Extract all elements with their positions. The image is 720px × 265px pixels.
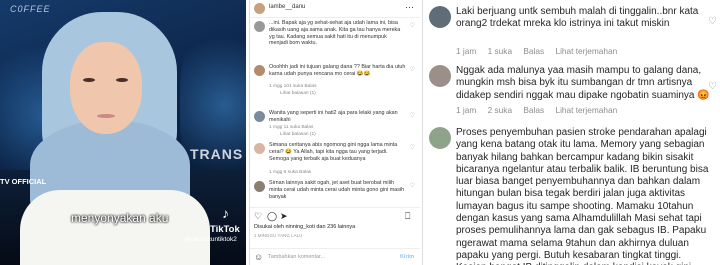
translate-link[interactable]: Lihat terjemahan [555, 105, 617, 115]
tiktok-username[interactable]: @raturacuntiktok2 [184, 236, 237, 243]
comment-icon[interactable]: ◯ [267, 211, 277, 222]
tiktok-logo-icon: ♪ [222, 205, 229, 221]
post-comment-button[interactable]: Kirim [400, 254, 414, 260]
comment-text: Laki berjuang untk sembuh malah di tingg… [456, 6, 699, 30]
emoji-icon[interactable]: ☺ [254, 252, 263, 262]
tiktok-video-frame[interactable]: C0FFEE TRANS TV OFFICIAL menyonyakan aku… [0, 0, 246, 265]
tiktok-brand: TikTok [210, 224, 240, 235]
avatar[interactable] [254, 111, 265, 122]
bookmark-icon[interactable]: ⎕ [405, 211, 410, 222]
avatar[interactable] [254, 143, 265, 154]
comment-item: Ooohhh jadi ini tujuan galang dana ?? Bi… [250, 64, 420, 98]
post-header: lambe__danu ⋯ [250, 0, 420, 18]
avatar[interactable] [254, 21, 265, 32]
comment-text: Proses penyembuhan pasien stroke pendara… [456, 127, 709, 265]
avatar[interactable] [429, 6, 451, 28]
comment-list-panel: Laki berjuang untk sembuh malah di tingg… [422, 0, 720, 265]
add-comment-bar: ☺ Tambahkan komentar... Kirim [250, 248, 420, 265]
comment-time: 1 jam [456, 46, 477, 56]
avatar[interactable] [429, 127, 451, 149]
instagram-comments-panel: lambe__danu ⋯ ...ini. Bapak aja yg sehat… [249, 0, 420, 265]
avatar[interactable] [254, 3, 265, 14]
comment-item: Laki berjuang untk sembuh malah di tingg… [423, 6, 720, 58]
comment-item: Nggak ada malunya yaa masih mampu to gal… [423, 65, 720, 125]
avatar[interactable] [254, 65, 265, 76]
comment-text: Simana ceritanya abis ngomong gini ngga … [269, 142, 398, 162]
translate-link[interactable]: Lihat terjemahan [555, 46, 617, 56]
comment-meta: 1 jam 2 suka Balas Lihat terjemahan [456, 105, 626, 115]
comment-meta: 1 jam 1 suka Balas Lihat terjemahan [456, 46, 626, 56]
video-caption: menyonyakan aku [71, 211, 169, 225]
like-heart-icon[interactable]: ♡ [410, 66, 415, 73]
comment-likes[interactable]: 1 suka [488, 46, 512, 56]
post-date: 1 MINGGU YANG LALU [254, 233, 303, 238]
comment-item: Proses penyembuhan pasien stroke pendara… [423, 127, 720, 265]
comment-likes[interactable]: 2 suka [488, 105, 512, 115]
like-heart-icon[interactable]: ♡ [410, 112, 415, 119]
comment-item: Sirnan lainnya sakit ogah, jet aset buat… [250, 180, 420, 206]
likes-count[interactable]: Disukai oleh ninning_koti dan 236 lainny… [254, 224, 355, 230]
like-heart-icon[interactable]: ♡ [410, 144, 415, 151]
comment-meta: 1 mgg 101 suka Balas [269, 84, 317, 89]
person-shirt [20, 190, 210, 265]
reply-button[interactable]: Balas [523, 105, 544, 115]
post-username[interactable]: lambe__danu [269, 4, 305, 10]
comment-text: Nggak ada malunya yaa masih mampu to gal… [456, 65, 710, 101]
like-heart-icon[interactable]: ♡ [708, 16, 717, 27]
view-replies-link[interactable]: Lihat balasan (1) [280, 91, 316, 96]
screenshot-collage: C0FFEE TRANS TV OFFICIAL menyonyakan aku… [0, 0, 720, 265]
show-logo: C0FFEE [10, 4, 51, 14]
person-eye [116, 78, 128, 82]
comment-text: Wanita yang seperti ini hati2 aja para l… [269, 110, 398, 123]
avatar[interactable] [429, 65, 451, 87]
comment-text: Sirnan lainnya sakit ogah, jet aset buat… [269, 180, 405, 200]
channel-label: TV OFFICIAL [0, 177, 47, 186]
comment-item: Simana ceritanya abis ngomong gini ngga … [250, 142, 420, 178]
comment-time: 1 jam [456, 105, 477, 115]
like-heart-icon[interactable]: ♡ [410, 22, 415, 29]
like-heart-icon[interactable]: ♡ [708, 81, 717, 92]
comment-item: ...ini. Bapak aja yg sehat-sehat aja uda… [250, 20, 420, 65]
share-icon[interactable]: ➤ [280, 211, 288, 222]
avatar[interactable] [254, 181, 265, 192]
heart-icon[interactable]: ♡ [254, 211, 262, 222]
comment-text: ...ini. Bapak aja yg sehat-sehat aja uda… [269, 20, 401, 47]
comment-input[interactable]: Tambahkan komentar... [268, 254, 325, 260]
comment-item: Wanita yang seperti ini hati2 aja para l… [250, 110, 420, 140]
person-eye [83, 78, 95, 82]
network-logo: TRANS [190, 146, 244, 162]
comment-text: Ooohhh jadi ini tujuan galang dana ?? Bi… [269, 64, 406, 77]
more-options-icon[interactable]: ⋯ [405, 2, 414, 13]
like-heart-icon[interactable]: ♡ [410, 182, 415, 189]
comment-meta: 1 mgg 11 suka Balas [269, 125, 314, 130]
comment-meta: 1 mgg 6 suka Balas [269, 170, 312, 175]
reply-button[interactable]: Balas [523, 46, 544, 56]
view-replies-link[interactable]: Lihat balasan (1) [280, 132, 316, 137]
person-lips [97, 114, 115, 118]
person-face [70, 42, 142, 134]
